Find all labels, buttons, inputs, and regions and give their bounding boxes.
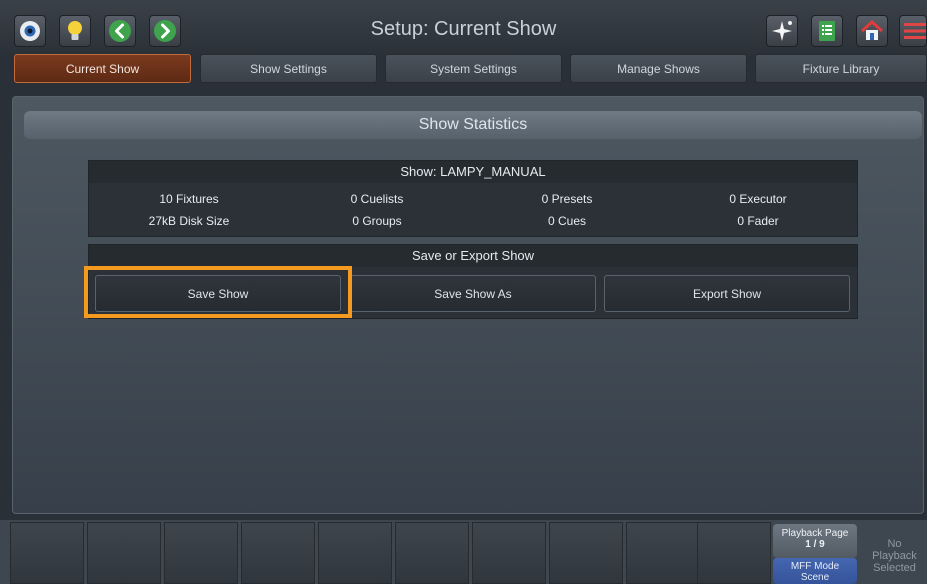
lightbulb-icon bbox=[68, 21, 82, 40]
stat-fader: 0 Fader bbox=[737, 214, 779, 228]
no-playback-line: Selected bbox=[873, 562, 916, 574]
playback-slot[interactable] bbox=[10, 522, 84, 584]
save-show-as-button[interactable]: Save Show As bbox=[350, 275, 596, 312]
page-title: Setup: Current Show bbox=[370, 18, 557, 40]
stat-executor: 0 Executor bbox=[729, 192, 787, 206]
no-playback-line: No bbox=[887, 538, 902, 550]
stat-fixtures: 10 Fixtures bbox=[159, 192, 219, 206]
menu-button[interactable] bbox=[899, 15, 927, 47]
sparkle-button[interactable] bbox=[766, 15, 798, 47]
playback-slot[interactable] bbox=[318, 522, 392, 584]
home-icon bbox=[860, 19, 884, 40]
export-show-button[interactable]: Export Show bbox=[604, 275, 850, 312]
playback-page-label: Playback Page bbox=[781, 528, 849, 539]
mff-mode-value: Scene bbox=[800, 572, 830, 583]
stat-cues: 0 Cues bbox=[547, 214, 587, 228]
tab-fixture-library[interactable]: Fixture Library bbox=[755, 54, 927, 83]
mff-mode-label: MFF Mode bbox=[790, 561, 840, 572]
playback-slot[interactable] bbox=[241, 522, 315, 584]
playback-slot[interactable] bbox=[395, 522, 469, 584]
stat-disk-size: 27kB Disk Size bbox=[148, 214, 230, 228]
notes-button[interactable] bbox=[811, 15, 843, 47]
sparkle-icon bbox=[772, 21, 792, 41]
chevron-right-icon bbox=[154, 20, 176, 42]
lightbulb-button[interactable] bbox=[59, 15, 91, 47]
home-button[interactable] bbox=[856, 15, 888, 47]
playback-page-button[interactable]: Playback Page 1 / 9 bbox=[773, 524, 857, 558]
section-title: Show Statistics bbox=[24, 111, 922, 139]
no-playback-status: No Playback Selected bbox=[862, 527, 927, 584]
playback-slot[interactable] bbox=[87, 522, 161, 584]
eye-button[interactable] bbox=[14, 15, 46, 47]
stat-cuelists: 0 Cuelists bbox=[350, 192, 404, 206]
playback-slot[interactable] bbox=[549, 522, 623, 584]
playback-slot[interactable] bbox=[697, 522, 771, 584]
playback-slot[interactable] bbox=[472, 522, 546, 584]
notes-icon bbox=[819, 21, 835, 41]
tab-show-settings[interactable]: Show Settings bbox=[200, 54, 377, 83]
playback-slot[interactable] bbox=[164, 522, 238, 584]
playback-page-value: 1 / 9 bbox=[805, 539, 825, 550]
stat-presets: 0 Presets bbox=[541, 192, 593, 206]
save-export-title: Save or Export Show bbox=[89, 245, 857, 267]
mff-mode-button[interactable]: MFF Mode Scene bbox=[773, 558, 857, 584]
playback-slot[interactable] bbox=[626, 522, 700, 584]
eye-icon bbox=[20, 21, 40, 41]
menu-icon bbox=[904, 23, 926, 39]
show-name: Show: LAMPY_MANUAL bbox=[89, 161, 857, 183]
save-show-highlight bbox=[84, 266, 352, 318]
forward-button[interactable] bbox=[149, 15, 181, 47]
tab-current-show[interactable]: Current Show bbox=[14, 54, 191, 83]
no-playback-line: Playback bbox=[872, 550, 917, 562]
tab-system-settings[interactable]: System Settings bbox=[385, 54, 562, 83]
back-button[interactable] bbox=[104, 15, 136, 47]
chevron-left-icon bbox=[109, 20, 131, 42]
stat-groups: 0 Groups bbox=[352, 214, 402, 228]
tab-manage-shows[interactable]: Manage Shows bbox=[570, 54, 747, 83]
